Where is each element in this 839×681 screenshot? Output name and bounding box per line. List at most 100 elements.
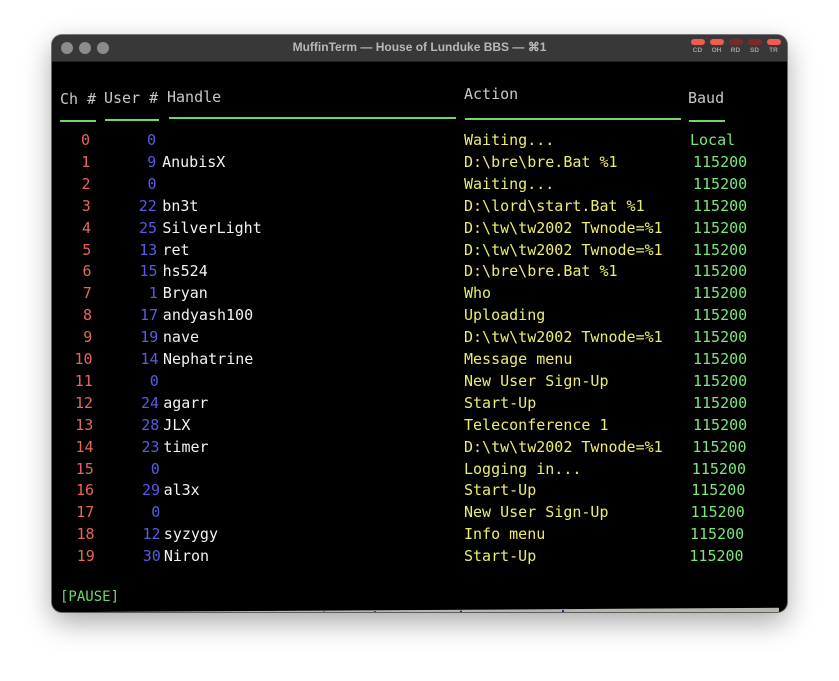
user-action: D:\tw\tw2002 Twnode=%1 (464, 218, 663, 237)
user-action: New User Sign-Up (464, 371, 609, 390)
led-label: OH (711, 47, 722, 54)
table-row: 3 22 bn3t D:\lord\start.Bat %1 115200 (52, 195, 787, 217)
user-number: 28 (141, 415, 160, 434)
led-oh: OH (709, 39, 724, 54)
user-action: Teleconference 1 (464, 415, 609, 434)
user-action: Logging in... (464, 459, 582, 478)
terminal-screen[interactable]: Ch # User # Handle Action Baud 0 0 Waiting… (52, 62, 787, 612)
led-lamp-icon (728, 39, 743, 45)
table-row: 16 29 al3x Start-Up 115200 (52, 479, 787, 501)
user-action: Message menu (464, 350, 573, 368)
header-underline (169, 117, 456, 119)
user-number: 0 (147, 174, 157, 193)
table-row: 15 0 Logging in... 115200 (52, 458, 787, 480)
user-handle: al3x (163, 481, 200, 500)
header-baud: Baud (688, 89, 725, 107)
table-row: 8 17 andyash100 Uploading 115200 (52, 304, 787, 326)
led-tr: TR (766, 39, 781, 54)
table-row: 4 25 SilverLight D:\tw\tw2002 Twnode=%1 1152… (52, 217, 787, 239)
user-action: Start-Up (464, 393, 537, 412)
led-lamp-icon (766, 39, 781, 45)
table-row: 12 24 agarr Start-Up 115200 (52, 392, 787, 414)
user-number: 1 (148, 284, 158, 303)
status-log: LOG CLOSED (461, 610, 565, 612)
baud-rate: 115200 (693, 196, 748, 215)
user-number: 12 (142, 525, 161, 544)
baud-rate: 115200 (693, 174, 748, 193)
header-underline (689, 120, 725, 122)
baud-rate: 115200 (693, 306, 748, 325)
user-handle: JLX (163, 415, 191, 434)
user-action: Info menu (464, 525, 546, 544)
table-row: 18 12 syzygy Info menu 115200 (52, 523, 787, 545)
led-lamp-icon (690, 39, 705, 45)
user-handle: ret (162, 240, 190, 259)
user-number: 0 (151, 503, 161, 522)
table-row: 19 30 Niron Start-Up 115200 (52, 545, 787, 567)
table-row: 0 0 Waiting... Local (52, 129, 787, 151)
header-handle: Handle (167, 88, 222, 106)
led-label: RD (730, 47, 741, 54)
baud-rate: 115200 (693, 350, 748, 368)
baud-rate: 115200 (693, 262, 748, 281)
table-row: 10 14 Nephatrine Message menu 115200 (52, 348, 787, 370)
user-handle: Bryan (162, 284, 208, 303)
user-action: D:\lord\start.Bat %1 (464, 196, 645, 215)
user-handle: hs524 (162, 262, 208, 281)
user-number: 0 (150, 459, 160, 478)
baud-rate: 115200 (693, 328, 748, 347)
led-label: CD (692, 47, 703, 54)
baud-rate: 115200 (691, 481, 746, 500)
table-row: 9 19 nave D:\tw\tw2002 Twnode=%1 115200 (52, 326, 787, 348)
user-number: 13 (139, 240, 158, 259)
status-max-bps: MAX. BPS (376, 610, 462, 612)
user-handle: agarr (163, 393, 209, 412)
user-number: 23 (141, 437, 160, 456)
led-label: TR (769, 47, 778, 54)
user-number: 9 (147, 152, 157, 171)
user-number: 22 (138, 196, 157, 215)
header-underline (105, 119, 159, 121)
user-handle: andyash100 (162, 306, 254, 325)
user-number: 29 (141, 481, 160, 500)
baud-rate: 115200 (692, 437, 747, 456)
terminal-window: MuffinTerm — House of Lunduke BBS — ⌘1 C… (52, 35, 787, 612)
modem-status-leds: CD OH RD SD TR (690, 39, 781, 54)
table-row: 14 23 timer D:\tw\tw2002 Twnode=%1 115200 (52, 436, 787, 458)
header-user: User # (104, 89, 159, 107)
user-action: Uploading (464, 306, 546, 325)
led-cd: CD (690, 39, 705, 54)
baud-rate: 115200 (690, 525, 745, 544)
table-row: 6 15 hs524 D:\bre\bre.Bat %1 115200 (52, 260, 787, 282)
baud-rate: 115200 (693, 240, 748, 259)
header-underline (465, 118, 681, 120)
led-lamp-icon (709, 39, 724, 45)
user-action: New User Sign-Up (464, 503, 609, 522)
pause-indicator: [PAUSE] (60, 589, 120, 605)
user-action: D:\tw\tw2002 Twnode=%1 (464, 328, 663, 347)
user-number: 30 (142, 547, 161, 566)
user-number: 25 (138, 218, 157, 237)
user-handle: nave (162, 328, 200, 347)
table-row: 17 0 New User Sign-Up 115200 (52, 501, 787, 523)
baud-rate: 115200 (689, 547, 744, 566)
header-underline (60, 120, 96, 122)
user-number: 0 (146, 131, 156, 149)
user-handle: syzygy (163, 525, 218, 544)
led-rd: RD (728, 39, 743, 54)
user-action: Waiting... (464, 174, 555, 193)
user-action: Who (464, 284, 492, 303)
header-action: Action (464, 85, 519, 103)
led-label: SD (749, 47, 760, 54)
baud-rate: 115200 (693, 284, 748, 303)
user-handle: bn3t (162, 196, 199, 215)
user-number: 19 (140, 328, 159, 347)
user-number: 24 (140, 393, 159, 412)
table-row: 11 0 New User Sign-Up 115200 (52, 370, 787, 392)
led-sd: SD (747, 39, 762, 54)
header-ch: Ch # (60, 90, 97, 108)
table-row: 2 0 Waiting... 115200 (52, 173, 787, 195)
baud-rate: 115200 (690, 503, 745, 522)
table-row: 1 9 AnubisX D:\bre\bre.Bat %1 115200 (52, 151, 787, 173)
user-number: 17 (139, 306, 158, 325)
